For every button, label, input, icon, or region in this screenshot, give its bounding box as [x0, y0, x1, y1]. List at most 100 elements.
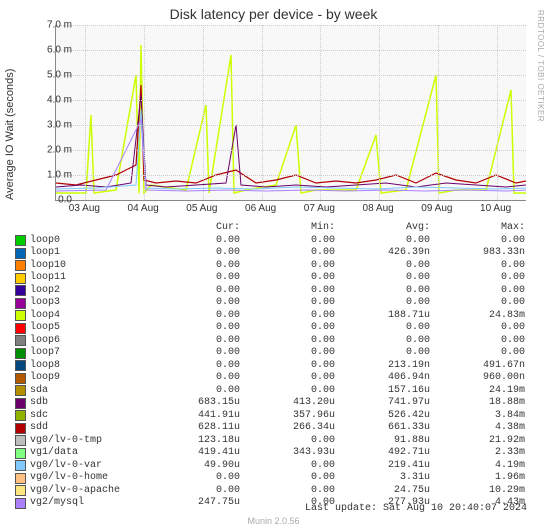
ytick: 3.0 m — [37, 120, 72, 131]
legend-row: sdc441.91u357.96u526.42u3.84m — [15, 410, 525, 423]
rrdtool-watermark: RRDTOOL / TOBI OETIKER — [536, 10, 545, 122]
series-max: 0.00 — [430, 235, 525, 248]
xtick: 06 Aug — [245, 203, 276, 214]
series-cur: 0.00 — [145, 360, 240, 373]
series-min: 0.00 — [240, 247, 335, 260]
series-cur: 0.00 — [145, 347, 240, 360]
series-max: 0.00 — [430, 322, 525, 335]
series-max: 18.88m — [430, 397, 525, 410]
series-color-swatch — [15, 410, 26, 421]
series-cur: 0.00 — [145, 297, 240, 310]
legend-row: loop90.000.00406.94n960.00n — [15, 372, 525, 385]
series-color-swatch — [15, 360, 26, 371]
legend-row: loop50.000.000.000.00 — [15, 322, 525, 335]
xtick: 10 Aug — [480, 203, 511, 214]
series-name: sdb — [30, 397, 145, 410]
series-name: sdd — [30, 422, 145, 435]
series-avg: 0.00 — [335, 235, 430, 248]
series-max: 10.29m — [430, 485, 525, 498]
legend-row: loop110.000.000.000.00 — [15, 272, 525, 285]
series-min: 0.00 — [240, 335, 335, 348]
series-name: vg1/data — [30, 447, 145, 460]
legend-row: loop60.000.000.000.00 — [15, 335, 525, 348]
series-name: loop11 — [30, 272, 145, 285]
series-max: 4.19m — [430, 460, 525, 473]
series-min: 0.00 — [240, 460, 335, 473]
series-avg: 661.33u — [335, 422, 430, 435]
series-name: vg0/lv-0-tmp — [30, 435, 145, 448]
series-avg: 24.75u — [335, 485, 430, 498]
series-avg: 219.41u — [335, 460, 430, 473]
series-color-swatch — [15, 385, 26, 396]
series-color-swatch — [15, 310, 26, 321]
series-max: 24.83m — [430, 310, 525, 323]
series-max: 3.84m — [430, 410, 525, 423]
legend-row: vg0/lv-0-apache0.000.0024.75u10.29m — [15, 485, 525, 498]
series-name: loop6 — [30, 335, 145, 348]
series-name: loop0 — [30, 235, 145, 248]
series-max: 24.19m — [430, 385, 525, 398]
series-max: 0.00 — [430, 272, 525, 285]
series-avg: 492.71u — [335, 447, 430, 460]
series-color-swatch — [15, 298, 26, 309]
legend-row: vg0/lv-0-var49.90u0.00219.41u4.19m — [15, 460, 525, 473]
series-color-swatch — [15, 448, 26, 459]
series-color-swatch — [15, 323, 26, 334]
series-cur: 419.41u — [145, 447, 240, 460]
series-name: sdc — [30, 410, 145, 423]
series-name: sda — [30, 385, 145, 398]
series-max: 0.00 — [430, 347, 525, 360]
series-color-swatch — [15, 485, 26, 496]
series-color-swatch — [15, 348, 26, 359]
legend-row: sdb683.15u413.20u741.97u18.88m — [15, 397, 525, 410]
xtick: 03 Aug — [69, 203, 100, 214]
series-color-swatch — [15, 460, 26, 471]
series-min: 0.00 — [240, 235, 335, 248]
series-min: 413.20u — [240, 397, 335, 410]
legend-row: loop30.000.000.000.00 — [15, 297, 525, 310]
series-color-swatch — [15, 423, 26, 434]
legend-table: Cur: Min: Avg: Max: loop00.000.000.000.0… — [15, 222, 525, 510]
series-avg: 3.31u — [335, 472, 430, 485]
series-max: 1.96m — [430, 472, 525, 485]
series-avg: 0.00 — [335, 335, 430, 348]
series-name: loop3 — [30, 297, 145, 310]
series-max: 21.92m — [430, 435, 525, 448]
series-min: 0.00 — [240, 272, 335, 285]
series-min: 0.00 — [240, 310, 335, 323]
series-cur: 49.90u — [145, 460, 240, 473]
series-avg: 426.39n — [335, 247, 430, 260]
y-axis-label: Average IO Wait (seconds) — [4, 69, 16, 200]
series-max: 0.00 — [430, 285, 525, 298]
series-color-swatch — [15, 248, 26, 259]
series-cur: 0.00 — [145, 260, 240, 273]
ytick: 1.0 m — [37, 170, 72, 181]
series-color-swatch — [15, 260, 26, 271]
series-avg: 406.94n — [335, 372, 430, 385]
series-cur: 0.00 — [145, 235, 240, 248]
series-color-swatch — [15, 285, 26, 296]
series-min: 0.00 — [240, 435, 335, 448]
series-cur: 0.00 — [145, 472, 240, 485]
series-name: vg0/lv-0-var — [30, 460, 145, 473]
series-min: 0.00 — [240, 297, 335, 310]
series-cur: 0.00 — [145, 285, 240, 298]
series-avg: 741.97u — [335, 397, 430, 410]
series-name: loop2 — [30, 285, 145, 298]
series-min: 357.96u — [240, 410, 335, 423]
series-name: loop8 — [30, 360, 145, 373]
series-name: loop5 — [30, 322, 145, 335]
series-max: 0.00 — [430, 335, 525, 348]
series-color-swatch — [15, 498, 26, 509]
series-name: loop4 — [30, 310, 145, 323]
legend-row: loop10.000.00426.39n983.33n — [15, 247, 525, 260]
series-max: 491.67n — [430, 360, 525, 373]
legend-row: loop80.000.00213.19n491.67n — [15, 360, 525, 373]
ytick: 4.0 m — [37, 95, 72, 106]
legend-row: sdd628.11u266.34u661.33u4.38m — [15, 422, 525, 435]
series-min: 0.00 — [240, 485, 335, 498]
series-cur: 0.00 — [145, 247, 240, 260]
legend-row: loop20.000.000.000.00 — [15, 285, 525, 298]
ytick: 6.0 m — [37, 45, 72, 56]
series-name: loop10 — [30, 260, 145, 273]
